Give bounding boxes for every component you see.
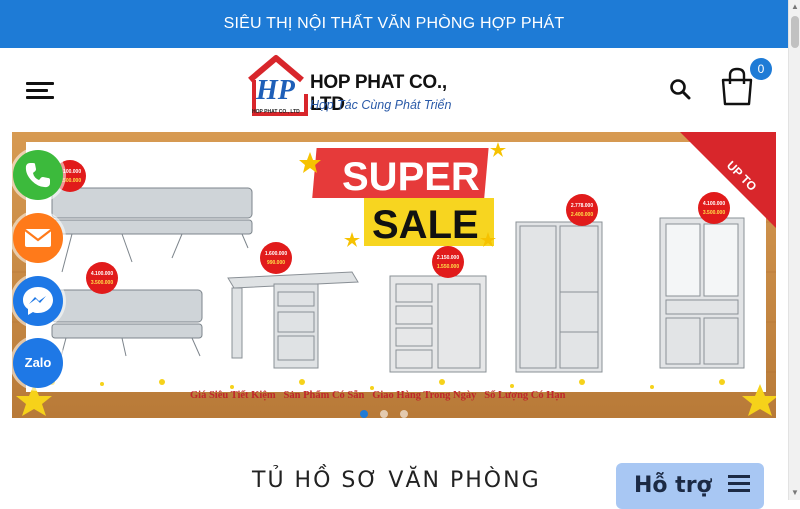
- banner-image: UP TO 50% SUPER SALE 4.100.000 3.500.000…: [12, 132, 776, 418]
- svg-text:2.150.000: 2.150.000: [437, 255, 459, 261]
- svg-text:1.600.000: 1.600.000: [265, 251, 287, 257]
- support-button[interactable]: Hỗ trợ: [616, 463, 764, 509]
- svg-text:HP: HP: [255, 75, 296, 106]
- support-menu-icon: [728, 475, 750, 493]
- scroll-thumb[interactable]: [791, 16, 799, 48]
- announcement-text: SIÊU THỊ NỘI THẤT VĂN PHÒNG HỢP PHÁT: [223, 15, 565, 32]
- page-scrollbar[interactable]: ▲ ▼: [788, 0, 800, 500]
- slider-dot[interactable]: [380, 410, 388, 418]
- svg-text:4.100.000: 4.100.000: [703, 201, 725, 207]
- menu-icon[interactable]: [26, 82, 54, 100]
- glass-cabinet: [659, 217, 745, 369]
- slider-dot-active[interactable]: [360, 410, 368, 418]
- zalo-icon: Zalo: [25, 355, 52, 370]
- cart-count-badge: 0: [750, 58, 772, 80]
- top-announcement-bar: SIÊU THỊ NỘI THẤT VĂN PHÒNG HỢP PHÁT: [0, 0, 788, 48]
- support-label: Hỗ trợ: [634, 473, 712, 498]
- section-title: TỦ HỒ SƠ VĂN PHÒNG: [252, 468, 541, 493]
- banner-tagline: Giá Siêu Tiết Kiệm Sản Phẩm Có Sẵn Giao …: [190, 390, 566, 401]
- zalo-button[interactable]: Zalo: [13, 338, 63, 388]
- svg-text:2.778.000: 2.778.000: [571, 203, 593, 209]
- svg-text:2.400.000: 2.400.000: [571, 212, 593, 218]
- scroll-up-arrow-icon[interactable]: ▲: [789, 0, 800, 14]
- site-logo[interactable]: HP HOP PHAT CO., LTD HOP PHAT CO., LTD H…: [246, 54, 462, 124]
- promo-banner-slider[interactable]: UP TO 50% SUPER SALE 4.100.000 3.500.000…: [12, 132, 776, 418]
- messenger-icon: [23, 287, 53, 315]
- svg-text:1.550.000: 1.550.000: [437, 264, 459, 270]
- slider-dot[interactable]: [400, 410, 408, 418]
- logo-small-text: HOP PHAT CO., LTD: [252, 109, 300, 115]
- logo-slogan: Hợp Tác Cùng Phát Triển: [310, 98, 452, 112]
- svg-text:4.100.000: 4.100.000: [91, 271, 113, 277]
- svg-text:3.500.000: 3.500.000: [91, 280, 113, 286]
- site-header: HP HOP PHAT CO., LTD HOP PHAT CO., LTD H…: [0, 48, 788, 132]
- tall-cabinet: [515, 221, 603, 373]
- svg-text:3.500.000: 3.500.000: [703, 210, 725, 216]
- messenger-button[interactable]: [13, 276, 63, 326]
- banner-headline-2: SALE: [372, 203, 479, 247]
- phone-icon: [25, 163, 50, 188]
- mail-icon: [24, 229, 52, 247]
- search-icon[interactable]: [669, 78, 691, 100]
- scroll-down-arrow-icon[interactable]: ▼: [789, 486, 800, 500]
- filing-cabinet-small: [389, 275, 487, 373]
- call-phone-button[interactable]: [13, 150, 63, 200]
- banner-headline-1: SUPER: [342, 155, 480, 199]
- email-button[interactable]: [13, 213, 63, 263]
- svg-text:Zalo: Zalo: [25, 355, 52, 370]
- svg-text:990.000: 990.000: [267, 260, 285, 266]
